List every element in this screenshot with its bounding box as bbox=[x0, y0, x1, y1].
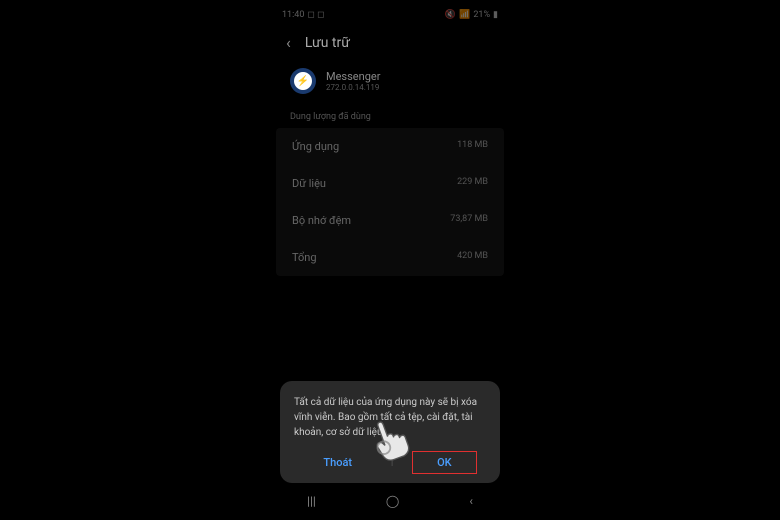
ok-button[interactable]: OK bbox=[412, 451, 477, 474]
nav-bar: ||| ◯ ‹ bbox=[272, 487, 508, 515]
storage-label: Bộ nhớ đệm bbox=[292, 214, 351, 227]
storage-row-data: Dữ liệu 229 MB bbox=[276, 165, 504, 202]
status-bar: 11:40 ◻ ◻ 🔇 📶 21% ▮ bbox=[272, 5, 508, 25]
storage-list: Ứng dụng 118 MB Dữ liệu 229 MB Bộ nhớ đệ… bbox=[276, 128, 504, 276]
storage-row-cache: Bộ nhớ đệm 73,87 MB bbox=[276, 202, 504, 239]
battery-icon: ▮ bbox=[493, 10, 498, 20]
cancel-button[interactable]: Thoát bbox=[303, 450, 372, 475]
page-title: Lưu trữ bbox=[305, 35, 350, 51]
storage-value: 229 MB bbox=[457, 177, 488, 190]
status-time: 11:40 bbox=[282, 10, 304, 20]
recents-button[interactable]: ||| bbox=[287, 494, 336, 508]
storage-value: 118 MB bbox=[457, 140, 488, 153]
hand-pointer-icon bbox=[365, 415, 411, 465]
app-version: 272.0.0.14.119 bbox=[326, 83, 380, 92]
header: ‹ Lưu trữ bbox=[272, 25, 508, 60]
storage-label: Dữ liệu bbox=[292, 177, 326, 190]
app-info: ⚡ Messenger 272.0.0.14.119 bbox=[272, 60, 508, 106]
storage-row-total: Tổng 420 MB bbox=[276, 239, 504, 276]
storage-row-app: Ứng dụng 118 MB bbox=[276, 128, 504, 165]
signal-icon: 📶 bbox=[459, 10, 470, 20]
storage-label: Ứng dụng bbox=[292, 140, 339, 153]
storage-label: Tổng bbox=[292, 251, 317, 264]
app-name: Messenger bbox=[326, 70, 380, 83]
messenger-icon: ⚡ bbox=[290, 68, 316, 94]
status-notif-icon: ◻ ◻ bbox=[307, 10, 324, 20]
back-button[interactable]: ‹ bbox=[449, 494, 493, 508]
section-label: Dung lượng đã dùng bbox=[272, 106, 508, 128]
mute-icon: 🔇 bbox=[445, 10, 456, 20]
storage-value: 420 MB bbox=[457, 251, 488, 264]
back-icon[interactable]: ‹ bbox=[286, 33, 291, 52]
battery-text: 21% bbox=[473, 10, 490, 20]
phone-screen: 11:40 ◻ ◻ 🔇 📶 21% ▮ ‹ Lưu trữ ⚡ Messenge… bbox=[272, 5, 508, 515]
storage-value: 73,87 MB bbox=[450, 214, 488, 227]
home-button[interactable]: ◯ bbox=[366, 494, 419, 508]
